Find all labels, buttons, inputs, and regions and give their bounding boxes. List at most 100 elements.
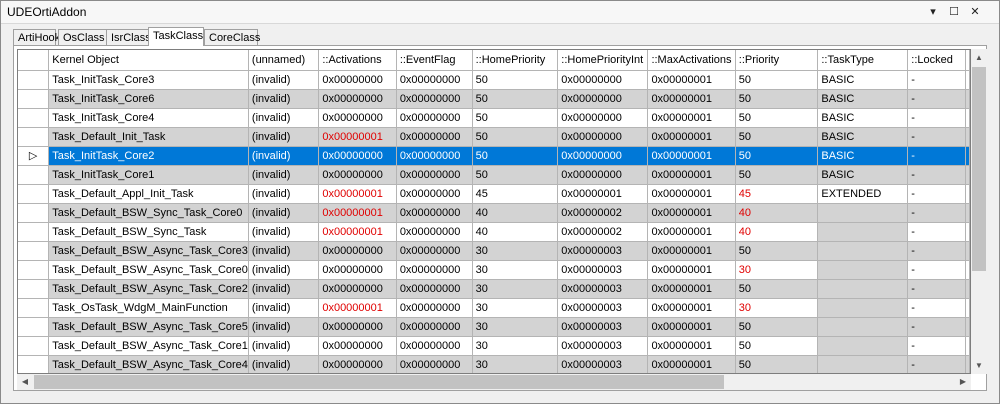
cell-maxactivations[interactable]: 0x00000001 <box>647 203 736 223</box>
cell-homepriorityint[interactable]: 0x00000000 <box>557 70 649 90</box>
cell-priority[interactable]: 50 <box>735 89 819 109</box>
cell-kernel-object[interactable]: Task_Default_BSW_Async_Task_Core0 <box>48 260 249 280</box>
cell-activations[interactable]: 0x00000000 <box>318 355 397 373</box>
cell-tasktype[interactable] <box>817 279 909 299</box>
cell-maxactivations[interactable]: 0x00000001 <box>647 317 736 337</box>
cell-unnamed[interactable]: (invalid) <box>248 146 320 166</box>
menu-dropdown-icon[interactable]: ▾ <box>925 4 941 20</box>
cell-activations[interactable]: 0x00000000 <box>318 336 397 356</box>
row-header[interactable] <box>18 89 50 109</box>
cell-homepriority[interactable]: 30 <box>472 260 559 280</box>
cell-homepriorityint[interactable]: 0x00000003 <box>557 317 649 337</box>
cell-activations[interactable]: 0x00000001 <box>318 298 397 318</box>
cell-homepriorityint[interactable]: 0x00000000 <box>557 146 649 166</box>
cell-homepriorityint[interactable]: 0x00000000 <box>557 89 649 109</box>
cell-tasktype[interactable]: BASIC <box>817 165 909 185</box>
cell-homepriority[interactable]: 50 <box>472 108 559 128</box>
cell-unnamed[interactable]: (invalid) <box>248 184 320 204</box>
cell-tasktype[interactable] <box>817 355 909 373</box>
horizontal-scroll-thumb[interactable] <box>34 375 724 389</box>
cell-priority[interactable]: 30 <box>735 298 819 318</box>
cell-priority[interactable]: 50 <box>735 241 819 261</box>
cell-homepriorityint[interactable]: 0x00000001 <box>557 184 649 204</box>
cell-locked[interactable]: - <box>907 127 966 147</box>
cell-homepriority[interactable]: 50 <box>472 127 559 147</box>
cell-priority[interactable]: 50 <box>735 165 819 185</box>
cell-activations[interactable]: 0x00000000 <box>318 108 397 128</box>
cell-homepriorityint[interactable]: 0x00000003 <box>557 298 649 318</box>
cell-activations[interactable]: 0x00000000 <box>318 317 397 337</box>
cell-eventflag[interactable]: 0x00000000 <box>396 336 473 356</box>
table-row[interactable]: Task_Default_BSW_Async_Task_Core1 (invali… <box>18 336 970 356</box>
maximize-icon[interactable]: ☐ <box>946 4 962 20</box>
cell-priority[interactable]: 40 <box>735 203 819 223</box>
table-row[interactable]: Task_Default_BSW_Async_Task_Core4 (invali… <box>18 355 970 373</box>
cell-activations[interactable]: 0x00000001 <box>318 127 397 147</box>
cell-maxactivations[interactable]: 0x00000001 <box>647 298 736 318</box>
cell-homepriority[interactable]: 30 <box>472 298 559 318</box>
cell-locked[interactable]: - <box>907 260 966 280</box>
table-row[interactable]: Task_Default_BSW_Async_Task_Core2 (invali… <box>18 279 970 299</box>
cell-kernel-object[interactable]: Task_InitTask_Core4 <box>48 108 249 128</box>
column-header-homepriorityint[interactable]: ::HomePriorityInt <box>557 50 649 71</box>
cell-maxactivations[interactable]: 0x00000001 <box>647 241 736 261</box>
cell-activations[interactable]: 0x00000000 <box>318 89 397 109</box>
cell-locked[interactable]: - <box>907 241 966 261</box>
cell-homepriorityint[interactable]: 0x00000000 <box>557 165 649 185</box>
cell-kernel-object[interactable]: Task_Default_BSW_Async_Task_Core2 <box>48 279 249 299</box>
cell-homepriorityint[interactable]: 0x00000000 <box>557 127 649 147</box>
cell-homepriority[interactable]: 30 <box>472 241 559 261</box>
cell-tasktype[interactable]: BASIC <box>817 70 909 90</box>
cell-homepriority[interactable]: 50 <box>472 146 559 166</box>
cell-activations[interactable]: 0x00000000 <box>318 260 397 280</box>
cell-kernel-object[interactable]: Task_Default_BSW_Sync_Task <box>48 222 249 242</box>
cell-maxactivations[interactable]: 0x00000001 <box>647 184 736 204</box>
column-header-unnamed[interactable]: (unnamed) <box>248 50 320 71</box>
cell-locked[interactable]: - <box>907 279 966 299</box>
table-row[interactable]: Task_Default_BSW_Sync_Task_Core0 (invalid… <box>18 203 970 223</box>
cell-locked[interactable]: - <box>907 184 966 204</box>
table-row[interactable]: Task_Default_BSW_Async_Task_Core3 (invali… <box>18 241 970 261</box>
cell-maxactivations[interactable]: 0x00000001 <box>647 70 736 90</box>
column-header-kernel-object[interactable]: Kernel Object <box>48 50 249 71</box>
horizontal-scrollbar[interactable]: ◀ ▶ <box>17 374 971 390</box>
cell-kernel-object[interactable]: Task_OsTask_WdgM_MainFunction <box>48 298 249 318</box>
cell-eventflag[interactable]: 0x00000000 <box>396 241 473 261</box>
column-header-tasktype[interactable]: ::TaskType <box>817 50 909 71</box>
cell-priority[interactable]: 50 <box>735 127 819 147</box>
cell-activations[interactable]: 0x00000000 <box>318 165 397 185</box>
cell-eventflag[interactable]: 0x00000000 <box>396 108 473 128</box>
cell-priority[interactable]: 50 <box>735 146 819 166</box>
cell-activations[interactable]: 0x00000001 <box>318 203 397 223</box>
cell-unnamed[interactable]: (invalid) <box>248 70 320 90</box>
cell-maxactivations[interactable]: 0x00000001 <box>647 146 736 166</box>
cell-homepriority[interactable]: 45 <box>472 184 559 204</box>
cell-locked[interactable]: - <box>907 317 966 337</box>
cell-locked[interactable]: - <box>907 336 966 356</box>
scroll-up-icon[interactable]: ▲ <box>971 49 987 66</box>
cell-unnamed[interactable]: (invalid) <box>248 241 320 261</box>
cell-unnamed[interactable]: (invalid) <box>248 355 320 373</box>
cell-homepriority[interactable]: 40 <box>472 222 559 242</box>
row-header[interactable] <box>18 184 50 204</box>
cell-tasktype[interactable] <box>817 336 909 356</box>
cell-tasktype[interactable]: BASIC <box>817 127 909 147</box>
cell-kernel-object[interactable]: Task_Default_Appl_Init_Task <box>48 184 249 204</box>
table-row[interactable]: Task_Default_BSW_Async_Task_Core5 (invali… <box>18 317 970 337</box>
table-row[interactable]: Task_InitTask_Core3 (invalid) 0x00000000 0x… <box>18 70 970 90</box>
row-header[interactable] <box>18 260 50 280</box>
cell-locked[interactable]: - <box>907 165 966 185</box>
cell-eventflag[interactable]: 0x00000000 <box>396 89 473 109</box>
cell-homepriority[interactable]: 50 <box>472 89 559 109</box>
cell-homepriorityint[interactable]: 0x00000003 <box>557 260 649 280</box>
row-header[interactable] <box>18 222 50 242</box>
cell-maxactivations[interactable]: 0x00000001 <box>647 89 736 109</box>
cell-locked[interactable]: - <box>907 298 966 318</box>
cell-kernel-object[interactable]: Task_InitTask_Core6 <box>48 89 249 109</box>
cell-tasktype[interactable] <box>817 241 909 261</box>
cell-homepriorityint[interactable]: 0x00000002 <box>557 203 649 223</box>
cell-homepriorityint[interactable]: 0x00000003 <box>557 279 649 299</box>
cell-priority[interactable]: 50 <box>735 336 819 356</box>
table-row[interactable]: Task_Default_BSW_Async_Task_Core0 (invali… <box>18 260 970 280</box>
cell-unnamed[interactable]: (invalid) <box>248 165 320 185</box>
